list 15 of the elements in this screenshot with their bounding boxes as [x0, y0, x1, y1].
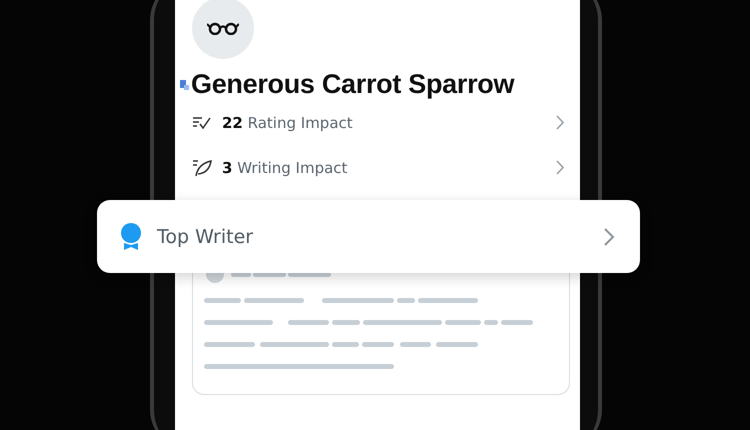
- stat-row[interactable]: 3 Writing Impact: [192, 145, 565, 190]
- list-check-icon: [192, 114, 212, 130]
- chevron-right-icon: [603, 226, 615, 246]
- stat-label: 22 Rating Impact: [222, 114, 354, 132]
- award-ribbon-icon: [120, 222, 142, 250]
- feather-icon: [192, 158, 212, 176]
- glasses-icon: [207, 21, 239, 35]
- stat-label: 3 Writing Impact: [222, 158, 348, 176]
- chevron-right-icon: [556, 115, 565, 130]
- badge-label: Top Writer: [157, 226, 254, 248]
- badge-card[interactable]: Top Writer: [97, 200, 640, 273]
- stat-row[interactable]: 22 Rating Impact: [192, 100, 565, 145]
- chevron-right-icon: [556, 160, 565, 175]
- small-edit-icon: [180, 80, 189, 90]
- profile-name: Generous Carrot Sparrow: [191, 69, 514, 100]
